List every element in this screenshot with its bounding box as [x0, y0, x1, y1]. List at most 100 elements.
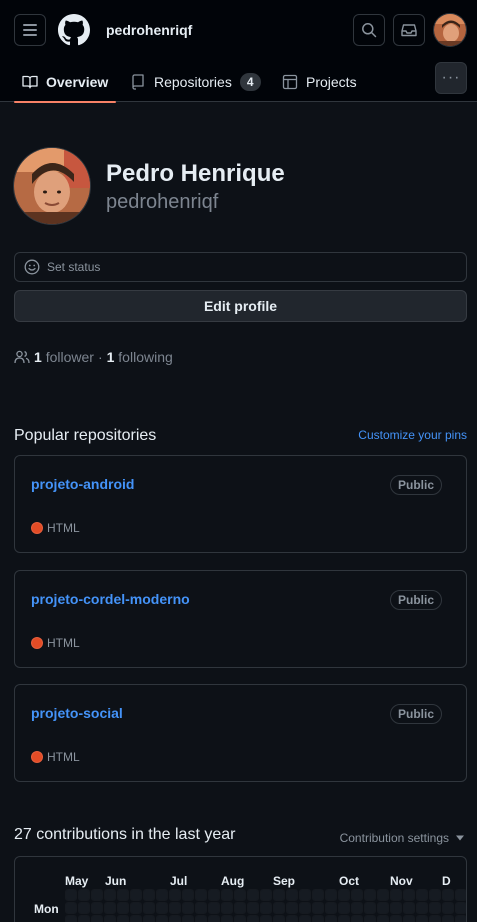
- contribution-day-cell[interactable]: [325, 889, 337, 901]
- contribution-day-cell[interactable]: [260, 902, 272, 914]
- contribution-day-cell[interactable]: [78, 915, 90, 922]
- contribution-day-cell[interactable]: [247, 902, 259, 914]
- contribution-day-cell[interactable]: [208, 889, 220, 901]
- inbox-button[interactable]: [393, 14, 425, 46]
- contribution-day-cell[interactable]: [208, 902, 220, 914]
- contribution-day-cell[interactable]: [182, 889, 194, 901]
- menu-button[interactable]: [14, 14, 46, 46]
- contribution-day-cell[interactable]: [169, 889, 181, 901]
- contribution-day-cell[interactable]: [312, 902, 324, 914]
- contribution-day-cell[interactable]: [416, 902, 428, 914]
- header-username[interactable]: pedrohenriqf: [106, 22, 192, 38]
- more-tabs-button[interactable]: ···: [435, 62, 467, 94]
- contribution-day-cell[interactable]: [299, 902, 311, 914]
- contribution-day-cell[interactable]: [234, 889, 246, 901]
- contribution-day-cell[interactable]: [273, 889, 285, 901]
- tab-repositories[interactable]: Repositories 4: [130, 62, 261, 102]
- contribution-day-cell[interactable]: [156, 889, 168, 901]
- contribution-day-cell[interactable]: [247, 889, 259, 901]
- contribution-day-cell[interactable]: [260, 889, 272, 901]
- edit-profile-button[interactable]: Edit profile: [14, 290, 467, 322]
- contribution-day-cell[interactable]: [65, 902, 77, 914]
- contribution-settings-dropdown[interactable]: Contribution settings: [340, 831, 465, 845]
- contribution-day-cell[interactable]: [273, 902, 285, 914]
- repo-name-link[interactable]: projeto-social: [31, 705, 123, 721]
- contribution-day-cell[interactable]: [182, 902, 194, 914]
- contribution-day-cell[interactable]: [104, 902, 116, 914]
- contribution-day-cell[interactable]: [65, 915, 77, 922]
- contribution-day-cell[interactable]: [377, 915, 389, 922]
- contribution-day-cell[interactable]: [429, 889, 441, 901]
- customize-pins-link[interactable]: Customize your pins: [358, 428, 467, 442]
- contribution-day-cell[interactable]: [91, 902, 103, 914]
- contribution-day-cell[interactable]: [286, 902, 298, 914]
- tab-projects[interactable]: Projects: [282, 62, 357, 102]
- contribution-day-cell[interactable]: [338, 889, 350, 901]
- contribution-day-cell[interactable]: [117, 902, 129, 914]
- contribution-day-cell[interactable]: [299, 889, 311, 901]
- contribution-day-cell[interactable]: [221, 902, 233, 914]
- contribution-day-cell[interactable]: [260, 915, 272, 922]
- tab-overview[interactable]: Overview: [14, 62, 117, 103]
- contribution-day-cell[interactable]: [390, 902, 402, 914]
- set-status-button[interactable]: Set status: [14, 252, 467, 282]
- contribution-day-cell[interactable]: [416, 889, 428, 901]
- contribution-day-cell[interactable]: [364, 902, 376, 914]
- contribution-day-cell[interactable]: [143, 889, 155, 901]
- contribution-day-cell[interactable]: [286, 889, 298, 901]
- contribution-day-cell[interactable]: [169, 902, 181, 914]
- contribution-day-cell[interactable]: [429, 915, 441, 922]
- contribution-day-cell[interactable]: [312, 889, 324, 901]
- contribution-day-cell[interactable]: [169, 915, 181, 922]
- contribution-day-cell[interactable]: [390, 889, 402, 901]
- contribution-day-cell[interactable]: [130, 902, 142, 914]
- followers-link[interactable]: 1 follower: [34, 349, 94, 365]
- contribution-day-cell[interactable]: [221, 889, 233, 901]
- repo-name-link[interactable]: projeto-cordel-moderno: [31, 591, 190, 607]
- contribution-day-cell[interactable]: [156, 915, 168, 922]
- contribution-day-cell[interactable]: [143, 902, 155, 914]
- contribution-day-cell[interactable]: [299, 915, 311, 922]
- contribution-day-cell[interactable]: [273, 915, 285, 922]
- search-button[interactable]: [353, 14, 385, 46]
- contribution-day-cell[interactable]: [403, 889, 415, 901]
- contribution-day-cell[interactable]: [234, 902, 246, 914]
- contribution-day-cell[interactable]: [104, 915, 116, 922]
- contribution-day-cell[interactable]: [351, 902, 363, 914]
- contribution-day-cell[interactable]: [390, 915, 402, 922]
- contribution-day-cell[interactable]: [182, 915, 194, 922]
- contribution-day-cell[interactable]: [156, 902, 168, 914]
- github-logo-icon[interactable]: [58, 14, 90, 46]
- contribution-day-cell[interactable]: [351, 915, 363, 922]
- contribution-day-cell[interactable]: [91, 889, 103, 901]
- contribution-day-cell[interactable]: [247, 915, 259, 922]
- contribution-day-cell[interactable]: [416, 915, 428, 922]
- contribution-day-cell[interactable]: [325, 902, 337, 914]
- contribution-day-cell[interactable]: [403, 902, 415, 914]
- contribution-day-cell[interactable]: [78, 889, 90, 901]
- contribution-day-cell[interactable]: [195, 889, 207, 901]
- repo-name-link[interactable]: projeto-android: [31, 476, 134, 492]
- contribution-day-cell[interactable]: [429, 902, 441, 914]
- contribution-day-cell[interactable]: [65, 889, 77, 901]
- contribution-day-cell[interactable]: [130, 889, 142, 901]
- contribution-day-cell[interactable]: [351, 889, 363, 901]
- contribution-day-cell[interactable]: [195, 915, 207, 922]
- contribution-day-cell[interactable]: [234, 915, 246, 922]
- contribution-day-cell[interactable]: [377, 902, 389, 914]
- contribution-day-cell[interactable]: [195, 902, 207, 914]
- contribution-day-cell[interactable]: [442, 915, 454, 922]
- following-link[interactable]: 1 following: [107, 349, 173, 365]
- contribution-day-cell[interactable]: [104, 889, 116, 901]
- contribution-day-cell[interactable]: [312, 915, 324, 922]
- contribution-day-cell[interactable]: [117, 915, 129, 922]
- contribution-day-cell[interactable]: [403, 915, 415, 922]
- contribution-day-cell[interactable]: [286, 915, 298, 922]
- contribution-day-cell[interactable]: [338, 902, 350, 914]
- contribution-day-cell[interactable]: [455, 902, 466, 914]
- contribution-day-cell[interactable]: [455, 915, 466, 922]
- contribution-day-cell[interactable]: [130, 915, 142, 922]
- contribution-day-cell[interactable]: [117, 889, 129, 901]
- contribution-day-cell[interactable]: [442, 889, 454, 901]
- contribution-day-cell[interactable]: [338, 915, 350, 922]
